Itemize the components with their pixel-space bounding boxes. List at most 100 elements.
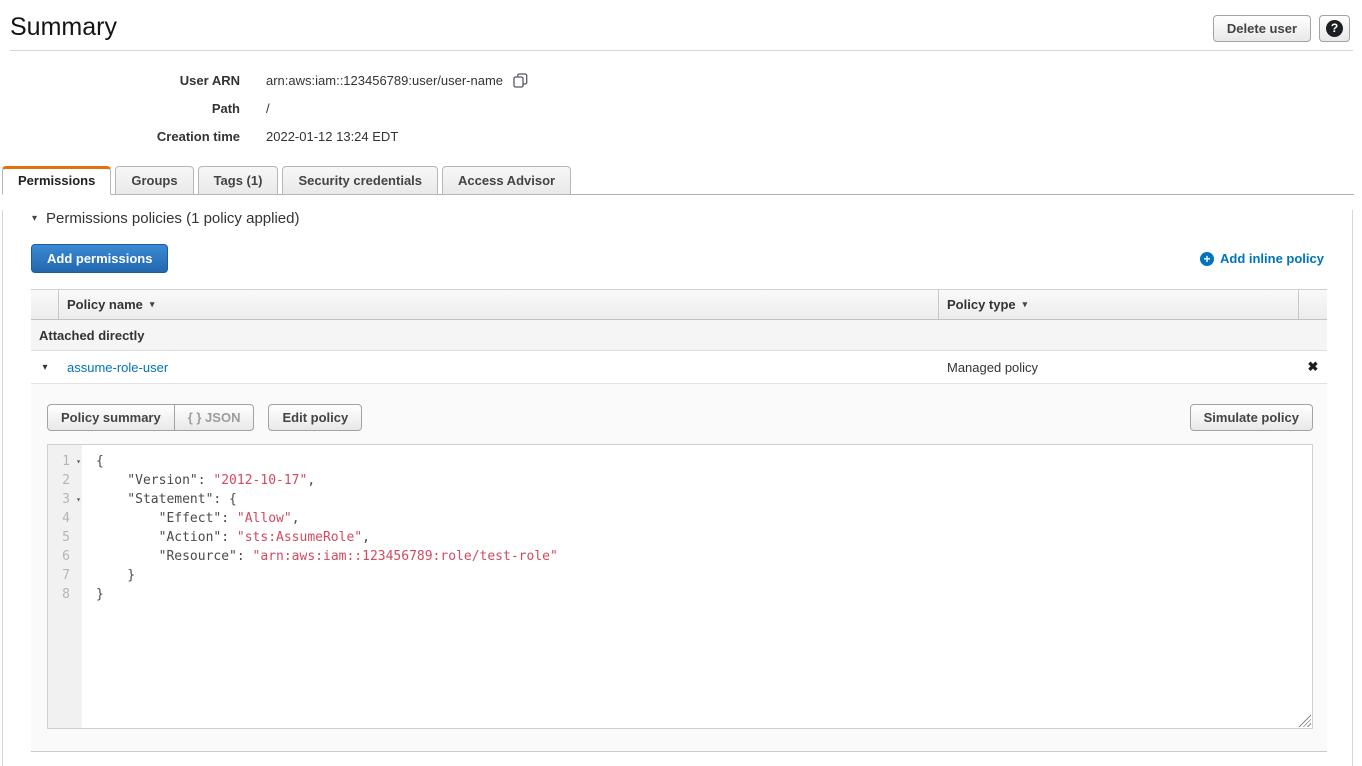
field-value: / xyxy=(266,101,270,116)
field-value: arn:aws:iam::123456789:user/user-name xyxy=(266,73,503,88)
policy-name-link[interactable]: assume-role-user xyxy=(67,360,168,375)
line-number: 5 xyxy=(48,528,82,547)
json-view-button[interactable]: { } JSON xyxy=(174,404,255,431)
line-number: 7 xyxy=(48,566,82,585)
code-token: "2012-10-17" xyxy=(213,473,307,488)
code-token: "arn:aws:iam::123456789:role/test-role" xyxy=(253,549,558,564)
code-line: "Statement": { xyxy=(96,490,1312,509)
line-number-text: 6 xyxy=(62,549,70,564)
group-row-label: Attached directly xyxy=(39,328,144,343)
edit-policy-button[interactable]: Edit policy xyxy=(268,404,362,431)
policy-summary-button[interactable]: Policy summary xyxy=(47,404,175,431)
code-token: { xyxy=(96,454,104,469)
policy-detail-toolbar: Policy summary { } JSON Edit policy Simu… xyxy=(47,404,1313,431)
line-number-text: 7 xyxy=(62,568,70,583)
policy-table: Policy name ▾ Policy type ▾ Attached dir… xyxy=(31,289,1327,384)
code-token: } xyxy=(96,587,104,602)
policy-name-header-label: Policy name xyxy=(67,297,143,312)
field-label: User ARN xyxy=(0,73,240,88)
code-line: } xyxy=(96,585,1312,604)
code-line: { xyxy=(96,452,1312,471)
permissions-tab-panel: ▾ Permissions policies (1 policy applied… xyxy=(2,210,1353,766)
code-token: , xyxy=(362,530,370,545)
collapse-caret-icon: ▾ xyxy=(32,213,37,224)
editor-gutter: 1▾23▾45678 xyxy=(48,445,82,728)
field-value: 2022-01-12 13:24 EDT xyxy=(266,129,398,144)
tab-strip: PermissionsGroupsTags (1)Security creden… xyxy=(2,166,1354,195)
policy-type-header-label: Policy type xyxy=(947,297,1016,312)
user-details: User ARN arn:aws:iam::123456789:user/user… xyxy=(0,66,1362,150)
sort-caret-icon: ▾ xyxy=(1023,299,1028,310)
sort-caret-icon: ▾ xyxy=(150,299,155,310)
tab-access-advisor[interactable]: Access Advisor xyxy=(442,166,571,195)
line-number-text: 8 xyxy=(62,587,70,602)
user-detail-row: Path / xyxy=(0,94,1362,122)
code-token: "Resource": xyxy=(96,549,253,564)
tab-permissions[interactable]: Permissions xyxy=(2,166,111,195)
add-inline-policy-label: Add inline policy xyxy=(1220,251,1324,266)
policy-json-editor[interactable]: 1▾23▾45678 { "Version": "2012-10-17", "S… xyxy=(47,444,1313,729)
line-number: 8 xyxy=(48,585,82,604)
line-number: 1▾ xyxy=(48,452,82,471)
simulate-policy-button[interactable]: Simulate policy xyxy=(1190,404,1313,431)
line-number: 4 xyxy=(48,509,82,528)
add-inline-policy-link[interactable]: + Add inline policy xyxy=(1200,251,1324,266)
table-header-row: Policy name ▾ Policy type ▾ xyxy=(31,289,1327,320)
field-label: Path xyxy=(0,101,240,116)
page-title: Summary xyxy=(10,12,117,42)
editor-code: { "Version": "2012-10-17", "Statement": … xyxy=(82,445,1312,728)
copy-icon[interactable] xyxy=(513,73,528,88)
fold-caret-icon[interactable]: ▾ xyxy=(76,490,81,509)
permissions-actions-row: Add permissions + Add inline policy xyxy=(31,244,1324,273)
line-number: 6 xyxy=(48,547,82,566)
tab-security-credentials[interactable]: Security credentials xyxy=(282,166,438,195)
line-number-text: 1 xyxy=(62,454,70,469)
fold-caret-icon[interactable]: ▾ xyxy=(76,452,81,471)
code-token: , xyxy=(292,511,300,526)
plus-circle-icon: + xyxy=(1200,252,1214,266)
code-token: , xyxy=(307,473,315,488)
code-token: "Allow" xyxy=(237,511,292,526)
add-permissions-button[interactable]: Add permissions xyxy=(31,244,168,273)
table-group-row: Attached directly xyxy=(31,320,1327,351)
help-icon: ? xyxy=(1326,20,1343,37)
code-token: "sts:AssumeRole" xyxy=(237,530,362,545)
help-button[interactable]: ? xyxy=(1319,15,1350,42)
header-actions: Delete user ? xyxy=(1213,15,1350,42)
policy-detail-panel: Policy summary { } JSON Edit policy Simu… xyxy=(31,384,1327,752)
remove-policy-icon[interactable]: ✖ xyxy=(1308,359,1319,375)
expand-caret-icon[interactable]: ▾ xyxy=(42,362,47,373)
page-header: Summary Delete user ? xyxy=(0,0,1362,42)
code-token: "Version": xyxy=(96,473,213,488)
column-header-policy-name[interactable]: Policy name ▾ xyxy=(59,290,939,319)
policy-view-toggle: Policy summary { } JSON xyxy=(47,404,254,431)
tab-tags-1[interactable]: Tags (1) xyxy=(198,166,279,195)
header-divider xyxy=(10,50,1353,51)
code-token: } xyxy=(96,568,135,583)
code-line: "Resource": "arn:aws:iam::123456789:role… xyxy=(96,547,1312,566)
tab-groups[interactable]: Groups xyxy=(115,166,193,195)
line-number: 3▾ xyxy=(48,490,82,509)
code-token: "Effect": xyxy=(96,511,237,526)
user-detail-row: User ARN arn:aws:iam::123456789:user/user… xyxy=(0,66,1362,94)
line-number-text: 4 xyxy=(62,511,70,526)
code-line: } xyxy=(96,566,1312,585)
header-expand-cell xyxy=(31,290,59,319)
column-header-policy-type[interactable]: Policy type ▾ xyxy=(939,290,1299,319)
permissions-policies-section-toggle[interactable]: ▾ Permissions policies (1 policy applied… xyxy=(32,210,1352,227)
field-label: Creation time xyxy=(0,129,240,144)
policy-type-value: Managed policy xyxy=(947,360,1038,375)
code-token: "Statement": { xyxy=(96,492,237,507)
line-number-text: 3 xyxy=(62,492,70,507)
code-line: "Action": "sts:AssumeRole", xyxy=(96,528,1312,547)
section-title: Permissions policies (1 policy applied) xyxy=(46,210,299,227)
line-number-text: 2 xyxy=(62,473,70,488)
code-line: "Effect": "Allow", xyxy=(96,509,1312,528)
code-line: "Version": "2012-10-17", xyxy=(96,471,1312,490)
user-detail-row: Creation time 2022-01-12 13:24 EDT xyxy=(0,122,1362,150)
delete-user-button[interactable]: Delete user xyxy=(1213,15,1311,42)
header-action-cell xyxy=(1299,290,1327,319)
policy-table-row: ▾ assume-role-user Managed policy ✖ xyxy=(31,351,1327,384)
code-token: "Action": xyxy=(96,530,237,545)
line-number-text: 5 xyxy=(62,530,70,545)
